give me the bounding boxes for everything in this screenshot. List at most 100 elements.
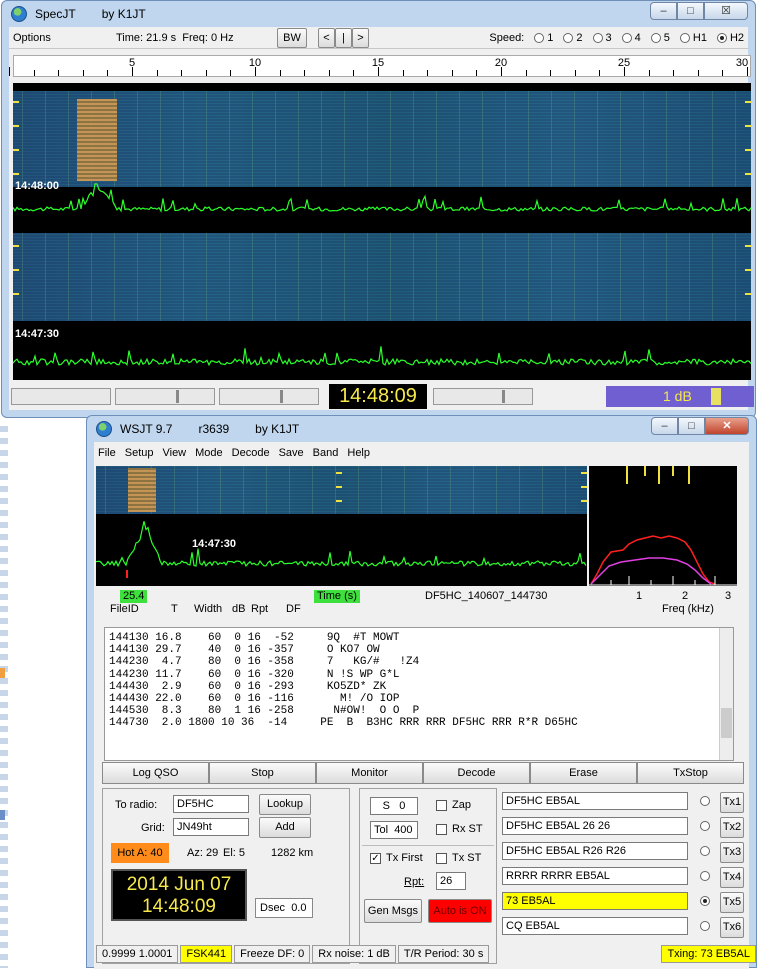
rx-st-checkbox[interactable] (436, 824, 447, 835)
speed-option[interactable]: H1 (679, 32, 707, 44)
nav-right-button[interactable]: > (352, 28, 369, 48)
speed-option[interactable]: 1 (534, 32, 553, 44)
scale-tick (304, 70, 306, 76)
slider[interactable] (11, 388, 111, 405)
speed-option[interactable]: 2 (563, 32, 583, 44)
log-qso-button[interactable]: Log QSO (102, 762, 209, 784)
speed-option[interactable]: H2 (716, 32, 744, 44)
brightness-slider[interactable] (115, 388, 215, 405)
nav-center-button[interactable]: | (335, 28, 352, 48)
maximize-button[interactable]: □ (677, 2, 704, 20)
radio-icon[interactable] (534, 33, 545, 43)
tx-message-input[interactable]: CQ EB5AL (502, 917, 688, 935)
zero-slider[interactable] (433, 388, 533, 405)
speed-option-label: 5 (663, 32, 670, 44)
tx-st-checkbox[interactable] (436, 853, 447, 864)
minimize-button[interactable]: – (650, 2, 677, 20)
rpt-input[interactable]: 26 (436, 872, 466, 890)
tx-message-input[interactable]: DF5HC EB5AL R26 R26 (502, 842, 688, 860)
close-button[interactable]: ☒ (704, 2, 748, 20)
grid-input[interactable]: JN49ht (173, 818, 249, 836)
tx6-button[interactable]: Tx6 (720, 917, 744, 938)
tx2-button[interactable]: Tx2 (720, 817, 744, 838)
decode-scrollbar[interactable] (719, 628, 733, 760)
radio-selected-icon[interactable] (700, 896, 710, 906)
radio-selected-icon[interactable] (716, 33, 727, 43)
radio-icon[interactable] (700, 796, 710, 806)
options-menu[interactable]: Options (13, 32, 51, 44)
to-radio-input[interactable]: DF5HC (173, 795, 249, 813)
to-radio-label: To radio: (115, 799, 158, 811)
radio-icon[interactable] (592, 33, 603, 43)
menu-decode[interactable]: Decode (232, 447, 270, 464)
tx3-button[interactable]: Tx3 (720, 842, 744, 863)
menu-view[interactable]: View (162, 447, 186, 464)
s-field[interactable]: S 0 (370, 797, 418, 815)
radio-icon[interactable] (621, 33, 632, 43)
tx-message-input-active[interactable]: 73 EB5AL (502, 892, 688, 910)
tx1-button[interactable]: Tx1 (720, 792, 744, 813)
radio-icon[interactable] (650, 33, 661, 43)
tx4-button[interactable]: Tx4 (720, 867, 744, 888)
radio-icon[interactable] (700, 821, 710, 831)
decode-text-area[interactable]: 144130 16.8 60 0 16 -52 9Q #T MOWT 14413… (104, 627, 734, 761)
radio-icon[interactable] (700, 846, 710, 856)
monitor-button[interactable]: Monitor (316, 762, 423, 784)
tx-first-checkbox[interactable]: ✓ (370, 853, 381, 864)
radio-icon[interactable] (679, 33, 690, 43)
radio-icon[interactable] (700, 871, 710, 881)
minimize-button[interactable]: – (651, 417, 678, 435)
time-scale: 5 10 15 20 25 30 (9, 55, 751, 77)
lookup-button[interactable]: Lookup (259, 794, 311, 815)
wsjt-client: File Setup View Mode Decode Save Band He… (94, 442, 756, 969)
maximize-button[interactable]: □ (678, 417, 705, 435)
graph-time-mark: 14:47:30 (192, 538, 237, 550)
speed-option[interactable]: 5 (650, 32, 670, 44)
window-author: by K1JT (101, 7, 146, 21)
tx-message-input[interactable]: RRRR RRRR EB5AL (502, 867, 688, 885)
auto-button[interactable]: Auto is ON (428, 899, 492, 923)
elevation-readout: El: 5 (223, 847, 246, 859)
menu-save[interactable]: Save (279, 447, 304, 464)
tx-message-input[interactable]: DF5HC EB5AL (502, 792, 688, 810)
menu-setup[interactable]: Setup (125, 447, 154, 464)
menu-help[interactable]: Help (347, 447, 370, 464)
txstop-button[interactable]: TxStop (637, 762, 744, 784)
scale-tick (353, 70, 355, 76)
contrast-slider[interactable] (219, 388, 319, 405)
decode-settings-panel: S 0 Zap Tol 400 Rx ST ✓ Tx First Tx ST R… (359, 788, 497, 964)
tx-message-input[interactable]: DF5HC EB5AL 26 26 (502, 817, 688, 835)
nav-left-button[interactable]: < (318, 28, 335, 48)
status-freeze: Freeze DF: 0 (234, 945, 311, 963)
s-value: 0 (399, 800, 406, 812)
speed-option[interactable]: 3 (592, 32, 612, 44)
tol-field[interactable]: Tol 400 (370, 821, 418, 839)
azimuth-readout: Az: 29 (187, 847, 219, 859)
add-button[interactable]: Add (259, 817, 311, 838)
radio-icon[interactable] (563, 33, 574, 43)
close-button[interactable]: ✕ (705, 417, 749, 435)
tx5-button[interactable]: Tx5 (720, 892, 744, 913)
bw-button[interactable]: BW (277, 28, 307, 48)
spectrum-plot[interactable] (589, 466, 737, 586)
gen-msgs-button[interactable]: Gen Msgs (364, 899, 422, 923)
menu-file[interactable]: File (98, 447, 116, 464)
waterfall-display[interactable]: 14:48:00 14:47:30 (13, 83, 751, 380)
erase-button[interactable]: Erase (530, 762, 637, 784)
menu-band[interactable]: Band (313, 447, 339, 464)
scale-tick (132, 67, 133, 76)
speed-option-label: 1 (547, 32, 554, 44)
scale-tick (279, 70, 281, 76)
freq-readout: Freq: 0 Hz (182, 32, 234, 44)
zap-checkbox[interactable] (436, 800, 447, 811)
decode-button[interactable]: Decode (423, 762, 530, 784)
scale-tick (673, 70, 675, 76)
radio-icon[interactable] (700, 921, 710, 931)
dsec-box[interactable]: Dsec 0.0 (255, 898, 313, 918)
stop-button[interactable]: Stop (209, 762, 316, 784)
speed-option[interactable]: 4 (621, 32, 641, 44)
scale-tick (747, 67, 748, 76)
main-graph[interactable]: 14:47:30 (96, 466, 587, 586)
freq-axis-label: Freq (kHz) (662, 603, 714, 615)
menu-mode[interactable]: Mode (195, 447, 223, 464)
